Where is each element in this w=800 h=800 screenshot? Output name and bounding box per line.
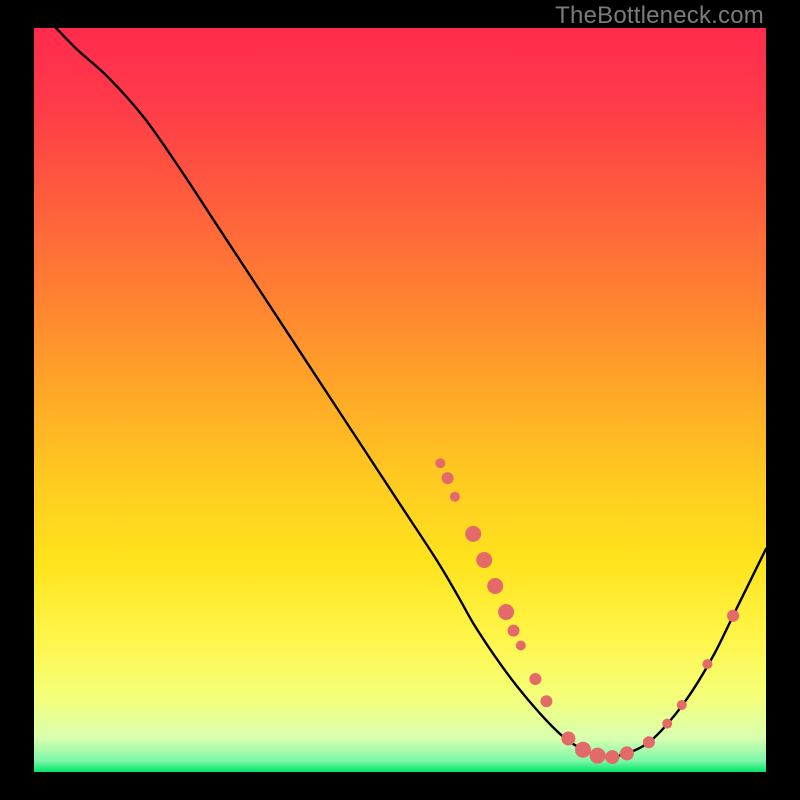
marker-dot xyxy=(727,610,739,622)
marker-dot xyxy=(487,578,503,594)
marker-dot xyxy=(702,659,712,669)
gradient-background xyxy=(34,28,766,772)
marker-dot xyxy=(516,641,526,651)
chart-frame xyxy=(34,28,766,772)
marker-dot xyxy=(476,552,492,568)
marker-dot xyxy=(561,732,575,746)
marker-dot xyxy=(662,719,672,729)
marker-dot xyxy=(465,526,481,542)
marker-dot xyxy=(540,695,552,707)
marker-dot xyxy=(575,742,591,758)
marker-dot xyxy=(508,625,520,637)
marker-dot xyxy=(435,458,445,468)
marker-dot xyxy=(498,604,514,620)
chart-svg xyxy=(34,28,766,772)
marker-dot xyxy=(450,492,460,502)
marker-dot xyxy=(643,736,655,748)
marker-dot xyxy=(605,750,619,764)
marker-dot xyxy=(620,746,634,760)
marker-dot xyxy=(677,700,687,710)
marker-dot xyxy=(529,673,541,685)
marker-dot xyxy=(590,748,606,764)
marker-dot xyxy=(442,472,454,484)
watermark-text: TheBottleneck.com xyxy=(555,2,764,30)
